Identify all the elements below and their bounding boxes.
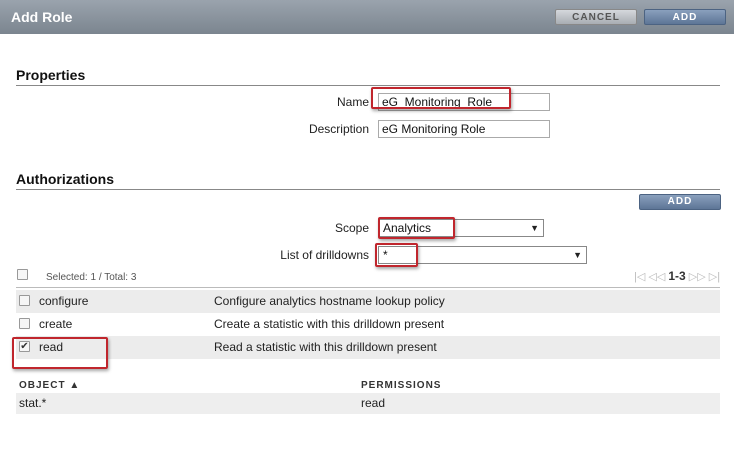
properties-divider xyxy=(16,85,720,86)
row-name: read xyxy=(39,340,64,354)
next-page-icon[interactable]: ▷▷ xyxy=(689,271,706,283)
object-cell: stat.* xyxy=(19,396,47,410)
scope-value: Analytics xyxy=(383,221,432,235)
name-field[interactable] xyxy=(378,93,550,111)
list-item[interactable]: configure Configure analytics hostname l… xyxy=(16,290,720,313)
scope-label: Scope xyxy=(334,221,369,235)
prev-page-icon[interactable]: ◁◁ xyxy=(648,271,665,283)
selection-count: Selected: 1 / Total: 3 xyxy=(46,272,137,283)
drilldowns-label: List of drilldowns xyxy=(280,248,369,262)
permissions-cell: read xyxy=(361,396,386,410)
table-row[interactable]: stat.* read xyxy=(16,393,720,414)
authorizations-divider xyxy=(16,189,720,190)
drilldowns-value: * xyxy=(383,248,388,262)
list-top-divider xyxy=(16,287,720,288)
authorization-add-button[interactable]: ADD xyxy=(639,194,721,210)
name-label: Name xyxy=(336,95,369,109)
row-checkbox[interactable] xyxy=(19,318,30,329)
add-button[interactable]: ADD xyxy=(644,9,726,25)
cancel-button[interactable]: CANCEL xyxy=(555,9,637,25)
list-item[interactable]: create Create a statistic with this dril… xyxy=(16,313,720,336)
page-range: 1-3 xyxy=(668,269,686,283)
properties-heading: Properties xyxy=(16,67,86,83)
drilldowns-select[interactable]: * ▼ xyxy=(378,246,587,264)
description-field[interactable] xyxy=(378,120,550,138)
dialog-title: Add Role xyxy=(11,9,73,25)
row-checkbox[interactable] xyxy=(19,295,30,306)
row-description: Read a statistic with this drilldown pre… xyxy=(214,340,437,354)
chevron-down-icon: ▼ xyxy=(530,223,539,233)
row-description: Configure analytics hostname lookup poli… xyxy=(214,294,445,308)
select-all-checkbox[interactable] xyxy=(17,269,28,280)
row-checkbox-checked[interactable]: ✔ xyxy=(19,341,30,352)
permissions-column-header: PERMISSIONS xyxy=(361,380,442,391)
dialog-titlebar: Add Role CANCEL ADD xyxy=(0,0,734,34)
scope-select[interactable]: Analytics ▼ xyxy=(378,219,544,237)
pager: |◁ ◁◁ 1-3 ▷▷ ▷| xyxy=(634,269,720,283)
first-page-icon[interactable]: |◁ xyxy=(634,271,645,283)
chevron-down-icon: ▼ xyxy=(573,250,582,260)
row-name: configure xyxy=(39,294,89,308)
list-item[interactable]: ✔ read Read a statistic with this drilld… xyxy=(16,336,720,359)
row-description: Create a statistic with this drilldown p… xyxy=(214,317,445,331)
last-page-icon[interactable]: ▷| xyxy=(709,271,720,283)
description-label: Description xyxy=(308,122,369,136)
authorizations-heading: Authorizations xyxy=(16,171,114,187)
row-name: create xyxy=(39,317,73,331)
object-column-header[interactable]: OBJECT ▲ xyxy=(19,380,80,391)
